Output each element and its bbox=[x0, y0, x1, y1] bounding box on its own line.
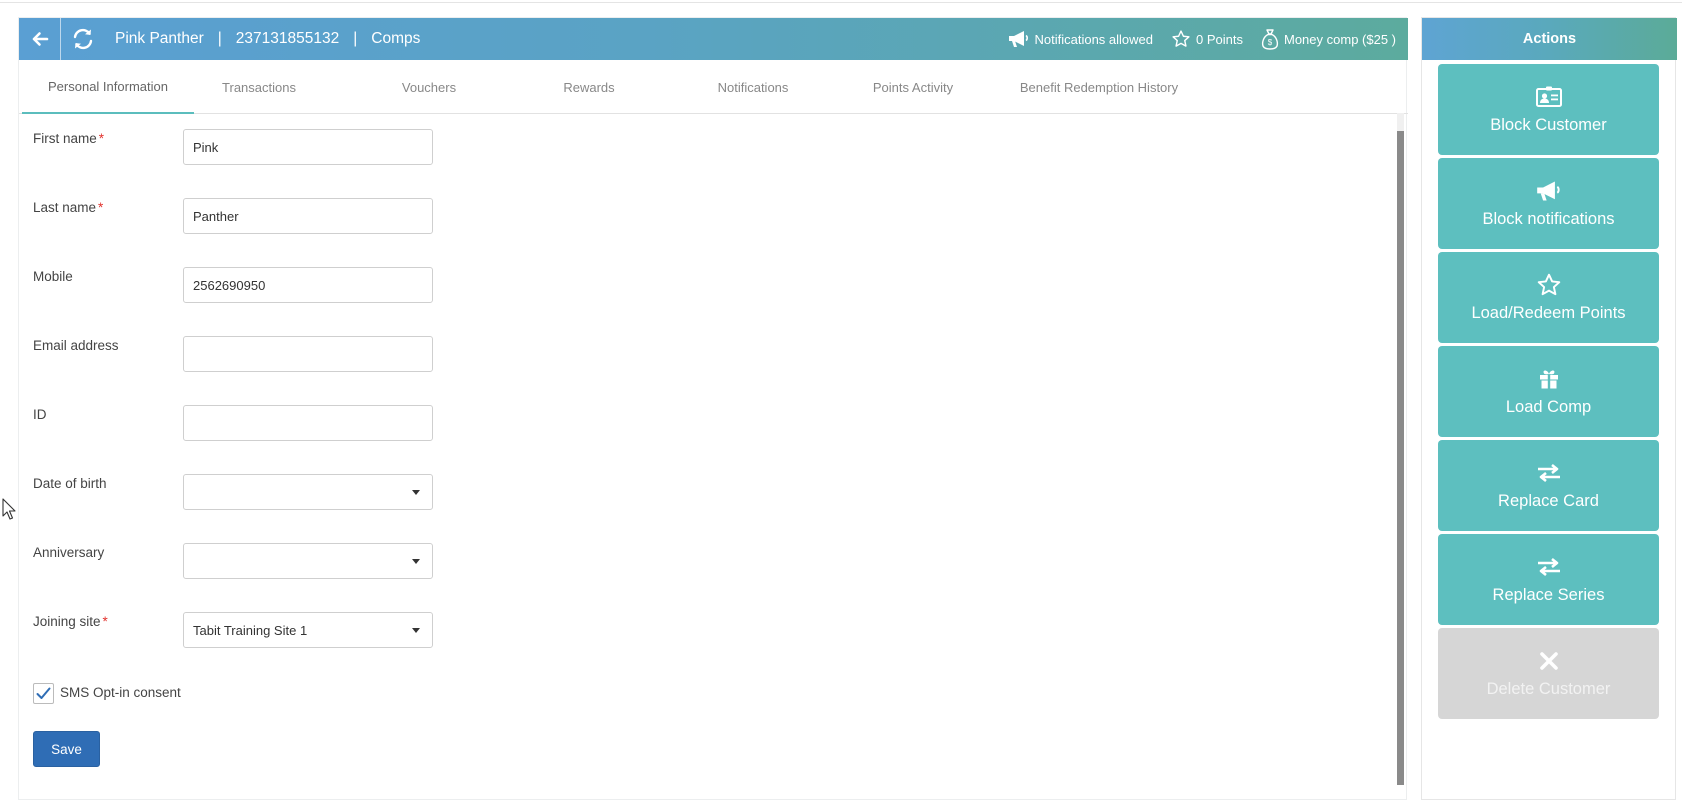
tab-rewards[interactable]: Rewards bbox=[524, 60, 654, 114]
star-icon bbox=[1536, 272, 1562, 298]
mobile-label: Mobile bbox=[33, 269, 73, 284]
customer-status-bar: Notifications allowed 0 Points $ Money c… bbox=[1008, 18, 1396, 60]
section-name: Comps bbox=[371, 30, 421, 47]
sms-consent-label: SMS Opt-in consent bbox=[60, 685, 181, 700]
tab-vouchers[interactable]: Vouchers bbox=[364, 60, 494, 114]
customer-title: Pink Panther | 237131855132 | Comps bbox=[115, 18, 420, 60]
tab-points-activity[interactable]: Points Activity bbox=[843, 60, 983, 114]
load-redeem-points-button[interactable]: Load/Redeem Points bbox=[1438, 252, 1659, 343]
megaphone-icon bbox=[1008, 31, 1028, 47]
checkmark-icon bbox=[36, 687, 51, 699]
first-name-field[interactable] bbox=[183, 129, 433, 165]
exchange-icon bbox=[1536, 554, 1562, 580]
arrow-left-icon bbox=[32, 32, 48, 46]
svg-text:$: $ bbox=[1268, 38, 1273, 47]
refresh-icon bbox=[73, 28, 93, 50]
email-label: Email address bbox=[33, 338, 119, 353]
replace-series-button[interactable]: Replace Series bbox=[1438, 534, 1659, 625]
customer-id: 237131855132 bbox=[235, 30, 340, 47]
anniversary-select[interactable] bbox=[183, 543, 433, 579]
replace-card-button[interactable]: Replace Card bbox=[1438, 440, 1659, 531]
money-comp-status: $ Money comp ($25 ) bbox=[1261, 28, 1396, 50]
mobile-field[interactable] bbox=[183, 267, 433, 303]
sms-consent-checkbox[interactable] bbox=[33, 683, 54, 704]
chevron-down-icon bbox=[412, 489, 420, 495]
tab-transactions[interactable]: Transactions bbox=[194, 60, 324, 114]
points-status: 0 Points bbox=[1171, 29, 1243, 49]
tab-benefit-redemption-history[interactable]: Benefit Redemption History bbox=[1009, 60, 1189, 114]
last-name-field[interactable] bbox=[183, 198, 433, 234]
customer-header-bar: Pink Panther | 237131855132 | Comps Noti… bbox=[19, 18, 1408, 60]
actions-title: Actions bbox=[1422, 18, 1677, 60]
joining-site-value: Tabit Training Site 1 bbox=[193, 622, 308, 638]
joining-site-label: Joining site * bbox=[33, 614, 108, 629]
anniversary-label: Anniversary bbox=[33, 545, 105, 560]
gift-icon bbox=[1538, 366, 1560, 392]
top-border bbox=[0, 0, 1682, 3]
megaphone-icon bbox=[1536, 178, 1562, 204]
date-of-birth-select[interactable] bbox=[183, 474, 433, 510]
mouse-pointer-icon bbox=[2, 498, 16, 520]
scrollbar-thumb[interactable] bbox=[1397, 131, 1404, 785]
id-label: ID bbox=[33, 407, 47, 422]
joining-site-select[interactable]: Tabit Training Site 1 bbox=[183, 612, 433, 648]
money-bag-icon: $ bbox=[1261, 29, 1279, 50]
tab-bar: Personal Information Transactions Vouche… bbox=[19, 60, 1408, 114]
close-icon bbox=[1539, 648, 1559, 674]
actions-panel: Actions Block Customer Block notificatio… bbox=[1421, 17, 1677, 800]
customer-panel: Pink Panther | 237131855132 | Comps Noti… bbox=[18, 17, 1408, 800]
block-notifications-button[interactable]: Block notifications bbox=[1438, 158, 1659, 249]
chevron-down-icon bbox=[412, 627, 420, 633]
back-button[interactable] bbox=[19, 18, 61, 60]
notifications-status: Notifications allowed bbox=[1008, 30, 1153, 48]
save-button[interactable]: Save bbox=[33, 731, 100, 767]
tab-personal-information[interactable]: Personal Information bbox=[22, 60, 194, 114]
star-icon bbox=[1172, 30, 1190, 47]
block-customer-button[interactable]: Block Customer bbox=[1438, 64, 1659, 155]
id-field[interactable] bbox=[183, 405, 433, 441]
exchange-icon bbox=[1536, 460, 1562, 486]
title-separator: | bbox=[217, 30, 222, 47]
chevron-down-icon bbox=[412, 558, 420, 564]
tab-notifications[interactable]: Notifications bbox=[683, 60, 823, 114]
email-field[interactable] bbox=[183, 336, 433, 372]
load-comp-button[interactable]: Load Comp bbox=[1438, 346, 1659, 437]
id-card-icon bbox=[1535, 84, 1563, 110]
form-scrollbar[interactable] bbox=[1397, 113, 1404, 785]
delete-customer-button: Delete Customer bbox=[1438, 628, 1659, 719]
last-name-label: Last name * bbox=[33, 200, 104, 215]
customer-name: Pink Panther bbox=[115, 30, 204, 47]
title-separator: | bbox=[353, 30, 358, 47]
refresh-button[interactable] bbox=[62, 18, 104, 60]
date-of-birth-label: Date of birth bbox=[33, 476, 107, 491]
first-name-label: First name * bbox=[33, 131, 105, 146]
